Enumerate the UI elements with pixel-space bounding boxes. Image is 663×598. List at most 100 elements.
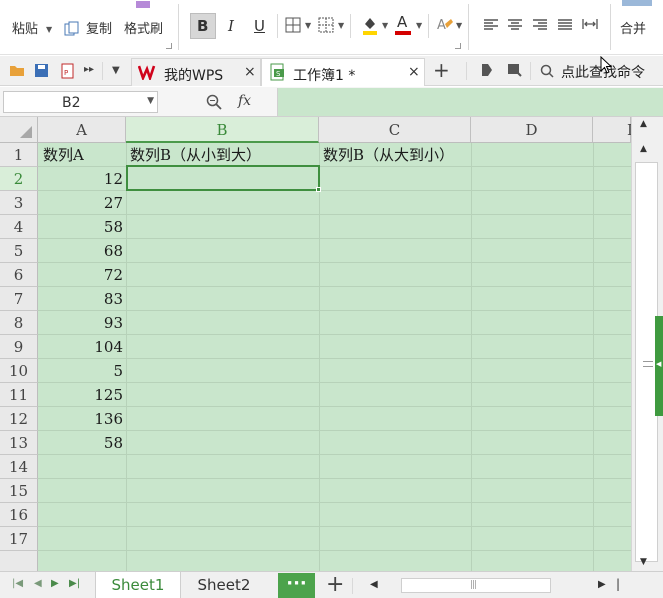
name-box[interactable]: B2 ▼ bbox=[3, 91, 158, 113]
cell-a2[interactable]: 12 bbox=[38, 167, 126, 191]
align-center-icon[interactable] bbox=[508, 19, 522, 35]
row-header[interactable]: 4 bbox=[0, 215, 38, 239]
row-header[interactable]: 9 bbox=[0, 335, 38, 359]
open-folder-icon[interactable] bbox=[9, 63, 25, 81]
align-right-icon[interactable] bbox=[533, 19, 547, 35]
cell-b1[interactable]: 数列B（从小到大） bbox=[130, 143, 261, 167]
row-header[interactable]: 2 bbox=[0, 167, 38, 191]
row-header[interactable]: 6 bbox=[0, 263, 38, 287]
row-header[interactable]: 17 bbox=[0, 527, 38, 551]
font-color-dropdown-icon[interactable]: ▼ bbox=[416, 21, 422, 30]
row-header[interactable]: 7 bbox=[0, 287, 38, 311]
clipboard-group-launcher-icon[interactable] bbox=[166, 43, 172, 49]
row-header[interactable]: 13 bbox=[0, 431, 38, 455]
first-sheet-icon[interactable]: |◀ bbox=[12, 578, 23, 589]
cell-a6[interactable]: 72 bbox=[38, 263, 126, 287]
horizontal-scroll-thumb[interactable]: ||| bbox=[401, 578, 551, 593]
cell-a9[interactable]: 104 bbox=[38, 335, 126, 359]
fill-color-dropdown-icon[interactable]: ▼ bbox=[382, 21, 388, 30]
horizontal-scrollbar[interactable]: ◀ ||| ▶ | bbox=[366, 577, 626, 594]
font-color-button[interactable] bbox=[395, 31, 411, 35]
tab-my-wps[interactable]: 我的WPS × bbox=[131, 58, 261, 86]
cell-fill-grid-dropdown-icon[interactable]: ▼ bbox=[338, 21, 344, 30]
borders-icon[interactable] bbox=[285, 17, 301, 37]
cell-a5[interactable]: 68 bbox=[38, 239, 126, 263]
scroll-up-arrow-icon[interactable]: ▲ bbox=[640, 119, 647, 129]
underline-button[interactable]: U bbox=[254, 18, 265, 34]
fill-color-icon[interactable] bbox=[361, 14, 379, 40]
italic-button[interactable]: I bbox=[228, 18, 234, 34]
row-header[interactable]: 5 bbox=[0, 239, 38, 263]
copy-icon[interactable] bbox=[64, 21, 80, 41]
row-header[interactable]: 12 bbox=[0, 407, 38, 431]
insert-function-button[interactable]: fx bbox=[238, 93, 251, 109]
close-tab-icon[interactable]: × bbox=[408, 64, 420, 80]
prev-sheet-icon[interactable]: ◀ bbox=[34, 578, 42, 589]
cell-a7[interactable]: 83 bbox=[38, 287, 126, 311]
search-icon[interactable] bbox=[540, 64, 554, 82]
more-quick-actions-icon[interactable]: ▸▸ bbox=[84, 64, 94, 75]
row-header[interactable]: 15 bbox=[0, 479, 38, 503]
fill-handle[interactable] bbox=[316, 187, 321, 192]
next-sheet-icon[interactable]: ▶ bbox=[51, 578, 59, 589]
cell-c1[interactable]: 数列B（从大到小） bbox=[323, 143, 454, 167]
column-header-b[interactable]: B bbox=[126, 117, 319, 143]
row-header[interactable] bbox=[0, 551, 38, 571]
add-sheet-button[interactable]: + bbox=[326, 572, 344, 598]
formula-input[interactable] bbox=[277, 88, 663, 116]
sheet-tab-sheet1[interactable]: Sheet1 bbox=[95, 572, 181, 598]
zoom-find-icon[interactable] bbox=[206, 94, 222, 114]
active-cell-b2[interactable] bbox=[126, 165, 320, 191]
row-header[interactable]: 10 bbox=[0, 359, 38, 383]
tab-workbook1[interactable]: S 工作簿1 * × bbox=[261, 58, 425, 86]
column-header-c[interactable]: C bbox=[319, 117, 471, 143]
row-header[interactable]: 1 bbox=[0, 143, 38, 167]
cell-a4[interactable]: 58 bbox=[38, 215, 126, 239]
side-panel-toggle[interactable]: ◀ bbox=[655, 316, 663, 416]
paste-button[interactable]: 粘贴 bbox=[12, 22, 38, 38]
save-icon[interactable] bbox=[34, 63, 49, 82]
cell-fill-grid-icon[interactable] bbox=[318, 17, 334, 37]
scroll-left-arrow-icon[interactable]: ◀ bbox=[370, 579, 378, 590]
select-all-corner[interactable] bbox=[0, 117, 38, 143]
cell-a10[interactable]: 5 bbox=[38, 359, 126, 383]
merge-button[interactable]: 合并 bbox=[620, 22, 646, 38]
row-header[interactable]: 11 bbox=[0, 383, 38, 407]
row-header[interactable]: 3 bbox=[0, 191, 38, 215]
clear-format-dropdown-icon[interactable]: ▼ bbox=[456, 21, 462, 30]
borders-dropdown-icon[interactable]: ▼ bbox=[305, 21, 311, 30]
distributed-align-icon[interactable] bbox=[582, 17, 598, 35]
scroll-down-arrow-icon[interactable]: ▼ bbox=[640, 557, 647, 567]
clear-format-icon[interactable]: A bbox=[436, 16, 454, 38]
cell-a1[interactable]: 数列A bbox=[43, 143, 84, 167]
column-header-a[interactable]: A bbox=[38, 117, 126, 143]
cell-a11[interactable]: 125 bbox=[38, 383, 126, 407]
row-header[interactable]: 14 bbox=[0, 455, 38, 479]
font-group-launcher-icon[interactable] bbox=[455, 43, 461, 49]
row-header[interactable]: 16 bbox=[0, 503, 38, 527]
spreadsheet-grid[interactable]: A B C D I 1 2 3 4 5 6 7 8 9 10 11 12 13 … bbox=[0, 117, 631, 571]
format-painter-button[interactable]: 格式刷 bbox=[124, 22, 163, 38]
cell-a13[interactable]: 58 bbox=[38, 431, 126, 455]
customize-quick-access-icon[interactable]: ▼ bbox=[112, 65, 120, 76]
cell-a8[interactable]: 93 bbox=[38, 311, 126, 335]
scroll-up-arrow-icon[interactable]: ▲ bbox=[640, 144, 647, 154]
more-sheets-button[interactable]: ··· bbox=[278, 573, 315, 598]
scroll-right-arrow-icon[interactable]: ▶ bbox=[598, 579, 606, 590]
document-tools-icon[interactable] bbox=[480, 63, 494, 81]
sheet-tab-sheet2[interactable]: Sheet2 bbox=[181, 572, 267, 598]
last-sheet-icon[interactable]: ▶| bbox=[69, 578, 80, 589]
name-box-dropdown-icon[interactable]: ▼ bbox=[147, 96, 154, 106]
align-left-icon[interactable] bbox=[484, 19, 498, 35]
column-header-d[interactable]: D bbox=[471, 117, 593, 143]
export-pdf-icon[interactable]: P bbox=[60, 63, 76, 83]
close-tab-icon[interactable]: × bbox=[244, 64, 256, 80]
column-header-i[interactable]: I bbox=[593, 117, 631, 143]
row-header[interactable]: 8 bbox=[0, 311, 38, 335]
cell-a12[interactable]: 136 bbox=[38, 407, 126, 431]
justify-icon[interactable] bbox=[558, 19, 572, 35]
template-icon[interactable] bbox=[507, 63, 523, 81]
new-tab-button[interactable]: + bbox=[433, 58, 450, 82]
scroll-end-icon[interactable]: | bbox=[616, 577, 620, 591]
paste-dropdown-icon[interactable]: ▼ bbox=[46, 25, 52, 34]
